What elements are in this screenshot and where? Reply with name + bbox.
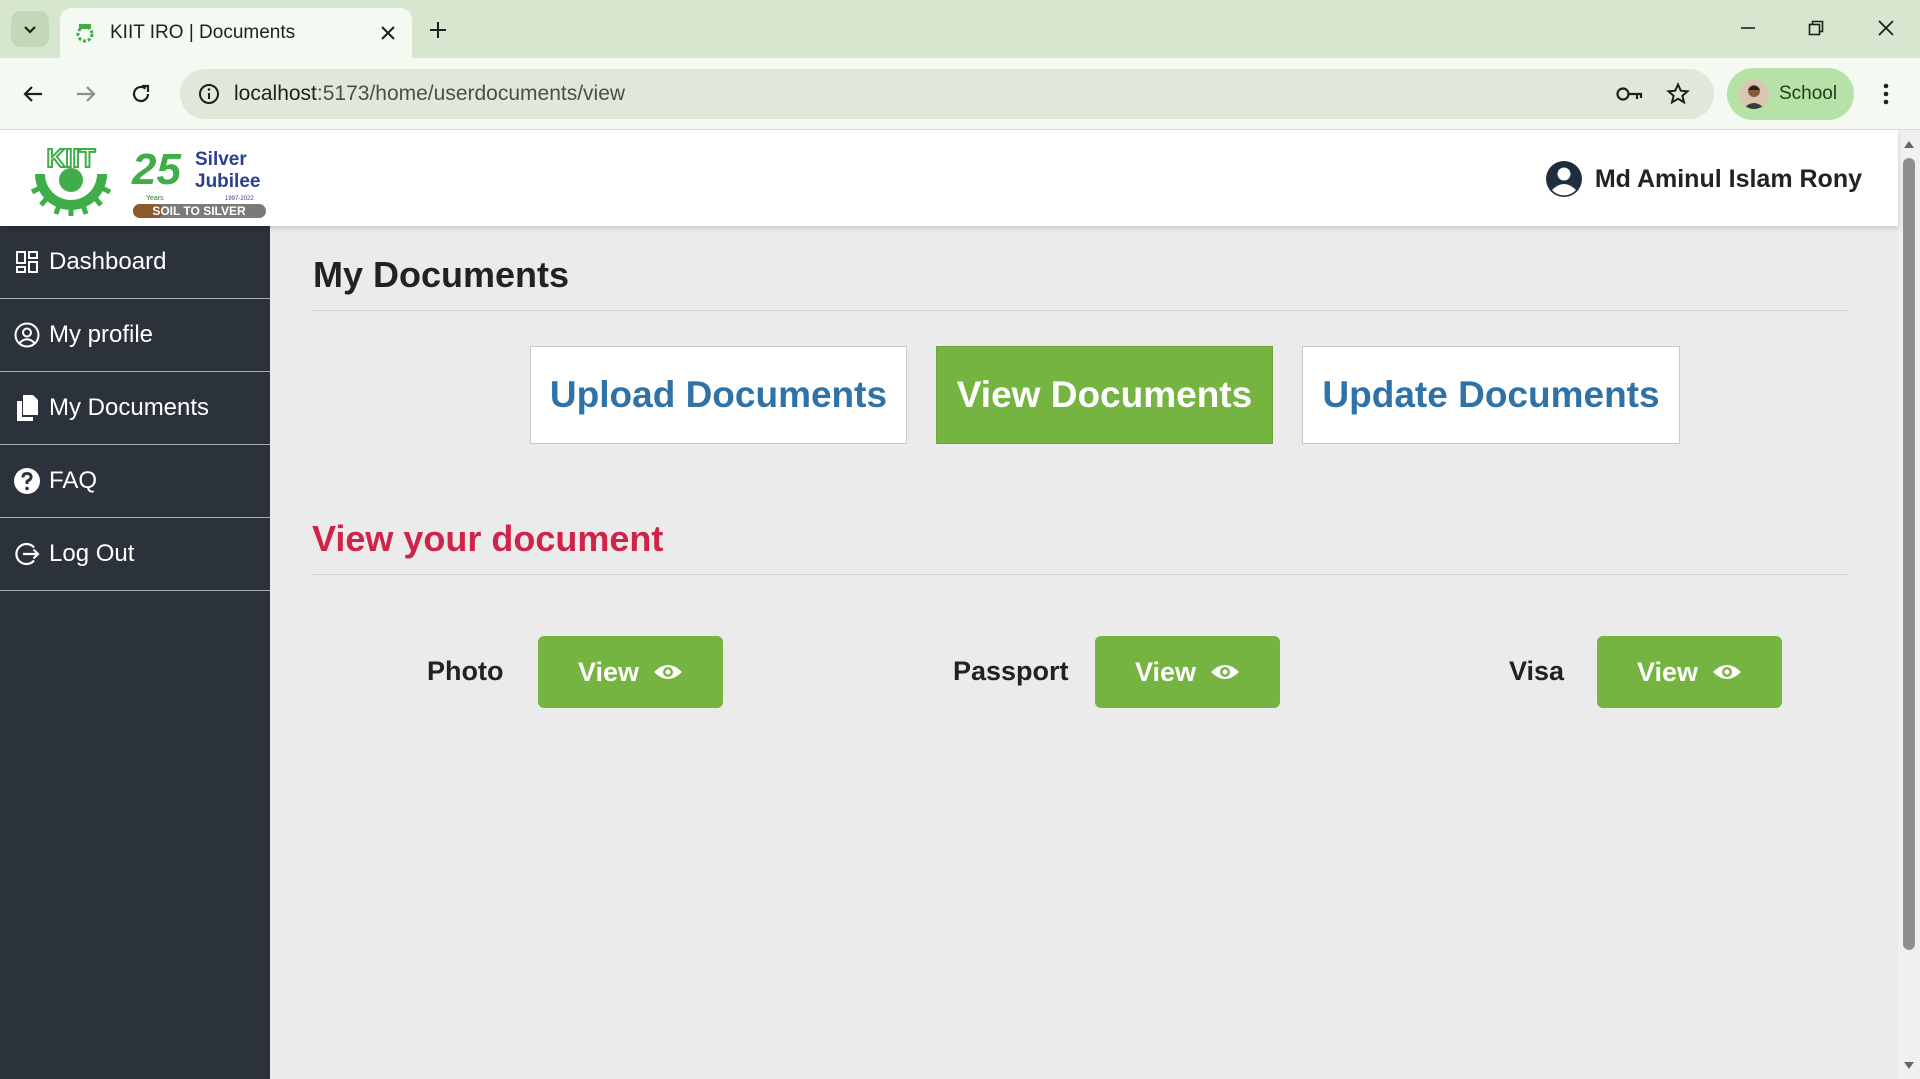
url-text: localhost:5173/home/userdocuments/view — [234, 82, 625, 106]
jubilee-years: Years — [146, 195, 164, 202]
tab-search-button[interactable] — [11, 11, 49, 47]
close-window-button[interactable] — [1864, 8, 1908, 48]
user-circle-icon — [13, 321, 41, 349]
sidebar-item-log-out[interactable]: Log Out — [0, 518, 270, 591]
url-path: :5173/home/userdocuments/view — [316, 82, 626, 105]
password-key-button[interactable] — [1610, 74, 1650, 114]
sidebar-item-label: Dashboard — [49, 248, 167, 275]
browser-toolbar: localhost:5173/home/userdocuments/view S… — [0, 58, 1920, 130]
app-header: KIIT 25 Years Silver Jubilee 1997-2022 S… — [0, 130, 1898, 226]
doc-label-photo: Photo — [427, 656, 504, 686]
minimize-icon — [1741, 27, 1755, 29]
kiit-favicon-icon — [72, 20, 98, 46]
url-host: localhost — [234, 82, 317, 105]
scroll-down-arrow-icon[interactable] — [1903, 1060, 1915, 1072]
star-icon — [1666, 82, 1690, 105]
jubilee-number: 25 — [131, 145, 181, 194]
scroll-thumb[interactable] — [1903, 158, 1915, 950]
user-name: Md Aminul Islam Rony — [1594, 164, 1862, 193]
arrow-right-icon — [77, 86, 96, 102]
web-page: KIIT 25 Years Silver Jubilee 1997-2022 S… — [0, 130, 1920, 1079]
back-button[interactable] — [13, 74, 53, 114]
jubilee-line2: Jubilee — [195, 171, 260, 192]
eye-icon — [1713, 665, 1742, 679]
minimize-button[interactable] — [1726, 8, 1770, 48]
profile-label: School — [1779, 83, 1838, 104]
view-photo-button[interactable]: View — [538, 636, 723, 708]
doc-label-visa: Visa — [1509, 656, 1565, 686]
doc-label-passport: Passport — [953, 656, 1069, 686]
reload-icon — [132, 84, 150, 103]
kiit-logo[interactable]: KIIT — [22, 140, 120, 218]
restore-button[interactable] — [1794, 8, 1838, 48]
sidebar-item-dashboard[interactable]: Dashboard — [0, 226, 270, 299]
browser-tab[interactable]: KIIT IRO | Documents — [60, 8, 412, 58]
question-icon — [13, 467, 41, 495]
view-button-label: View — [1636, 656, 1699, 687]
tab-update-documents[interactable]: Update Documents — [1302, 346, 1680, 444]
eye-icon — [654, 665, 683, 679]
scroll-up-arrow-icon[interactable] — [1903, 138, 1915, 150]
view-visa-button[interactable]: View — [1597, 636, 1782, 708]
sidebar-item-faq[interactable]: FAQ — [0, 445, 270, 518]
view-passport-button[interactable]: View — [1095, 636, 1280, 708]
jubilee-dates: 1997-2022 — [225, 196, 254, 202]
dashboard-icon — [13, 248, 41, 276]
sidebar: Dashboard My profile My Documents FAQ Lo… — [0, 226, 270, 1079]
more-vertical-icon — [1883, 83, 1889, 105]
documents-icon — [13, 394, 41, 422]
browser-tab-strip: KIIT IRO | Documents — [0, 0, 1920, 58]
sidebar-item-label: FAQ — [49, 467, 98, 494]
silver-jubilee-logo: 25 Years Silver Jubilee 1997-2022 SOIL T… — [131, 145, 266, 218]
tab-title: KIIT IRO | Documents — [110, 22, 296, 43]
forward-button[interactable] — [66, 74, 106, 114]
page-title: My Documents — [313, 254, 570, 295]
eye-icon — [1211, 665, 1240, 679]
svg-text:KIIT: KIIT — [46, 143, 95, 173]
sidebar-item-label: Log Out — [49, 540, 135, 567]
section-title: View your document — [312, 518, 664, 559]
restore-icon — [1808, 20, 1824, 36]
sidebar-item-label: My profile — [49, 321, 154, 348]
tab-upload-documents[interactable]: Upload Documents — [530, 346, 907, 444]
sidebar-item-my-profile[interactable]: My profile — [0, 299, 270, 372]
main-content: My Documents Upload Documents View Docum… — [270, 226, 1898, 1079]
view-button-label: View — [1134, 656, 1197, 687]
site-info-button[interactable] — [184, 69, 234, 119]
jubilee-banner: SOIL TO SILVER — [152, 204, 246, 218]
bookmark-button[interactable] — [1658, 74, 1698, 114]
profile-chip[interactable]: School — [1727, 68, 1854, 120]
user-menu[interactable]: Md Aminul Islam Rony — [1545, 160, 1862, 198]
logout-icon — [13, 540, 41, 568]
tab-view-documents[interactable]: View Documents — [936, 346, 1273, 444]
view-button-label: View — [577, 656, 640, 687]
new-tab-button[interactable] — [420, 12, 456, 48]
sidebar-item-label: My Documents — [49, 394, 210, 421]
address-bar[interactable]: localhost:5173/home/userdocuments/view — [180, 69, 1714, 119]
chevron-down-icon — [24, 26, 36, 34]
info-icon — [199, 84, 219, 104]
divider — [312, 310, 1848, 311]
reload-button[interactable] — [121, 74, 161, 114]
avatar — [1739, 79, 1769, 109]
divider — [312, 574, 1848, 575]
close-icon — [381, 26, 395, 40]
sidebar-item-my-documents[interactable]: My Documents — [0, 372, 270, 445]
key-icon — [1616, 87, 1643, 101]
jubilee-line1: Silver — [195, 149, 247, 170]
browser-menu-button[interactable] — [1868, 74, 1904, 114]
page-scrollbar[interactable] — [1898, 130, 1920, 1079]
tab-close-button[interactable] — [374, 19, 402, 47]
arrow-left-icon — [23, 86, 42, 102]
close-icon — [1878, 20, 1894, 36]
user-circle-icon — [1545, 161, 1582, 197]
plus-icon — [430, 22, 446, 38]
